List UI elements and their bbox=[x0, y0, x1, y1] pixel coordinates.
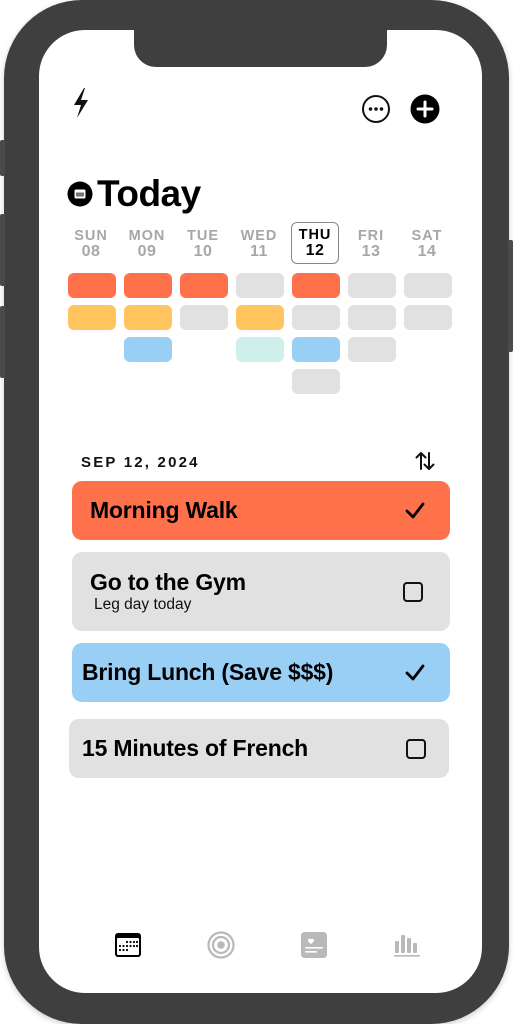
checkbox-icon bbox=[403, 581, 423, 602]
day-of-week-label: FRI bbox=[357, 228, 385, 244]
habit-grid bbox=[68, 273, 458, 397]
add-button[interactable] bbox=[410, 94, 440, 124]
selected-date-label: SEP 12, 2024 bbox=[81, 454, 200, 471]
volume-down-button bbox=[0, 306, 5, 378]
plus-circle-icon bbox=[410, 94, 440, 124]
day-thu[interactable]: THU 12 bbox=[291, 222, 339, 264]
day-date-label: 12 bbox=[305, 242, 325, 259]
day-of-week-label: MON bbox=[128, 228, 166, 244]
habit-cell[interactable] bbox=[236, 273, 284, 298]
task-name: Morning Walk bbox=[90, 497, 238, 523]
tab-calendar[interactable] bbox=[113, 930, 143, 960]
task-row[interactable]: Bring Lunch (Save $$$) bbox=[72, 643, 450, 702]
checkmark-icon bbox=[405, 664, 425, 680]
day-fri[interactable]: FRI 13 bbox=[347, 222, 395, 264]
power-button bbox=[508, 240, 513, 352]
day-tue[interactable]: TUE 10 bbox=[179, 222, 227, 264]
task-checkmark[interactable] bbox=[402, 660, 428, 686]
day-date-label: 14 bbox=[417, 243, 437, 260]
day-date-label: 13 bbox=[361, 243, 381, 260]
habit-cell[interactable] bbox=[236, 337, 284, 362]
habit-cell[interactable] bbox=[180, 273, 228, 298]
phone-frame: Today SUN 08 MON 09 TUE 10 WED 11 THU 12 FRI 13 SAT 1… bbox=[0, 0, 513, 1024]
heart-card-icon bbox=[301, 932, 327, 958]
day-of-week-label: SAT bbox=[411, 228, 443, 244]
day-wed[interactable]: WED 11 bbox=[235, 222, 283, 264]
tab-goals[interactable] bbox=[206, 930, 236, 960]
day-mon[interactable]: MON 09 bbox=[123, 222, 171, 264]
tab-bar bbox=[39, 930, 482, 966]
task-checkbox[interactable] bbox=[403, 736, 429, 762]
tab-stats[interactable] bbox=[392, 930, 422, 960]
habit-cell[interactable] bbox=[68, 273, 116, 298]
task-name: Bring Lunch (Save $$$) bbox=[82, 659, 334, 685]
sort-arrows-icon bbox=[415, 452, 435, 470]
day-date-label: 09 bbox=[137, 243, 157, 260]
task-row[interactable]: 15 Minutes of French bbox=[69, 719, 449, 778]
tab-journal[interactable] bbox=[299, 930, 329, 960]
sort-button[interactable] bbox=[414, 450, 436, 472]
task-name: Go to the Gym bbox=[90, 569, 246, 595]
notch bbox=[134, 30, 387, 67]
task-checkmark[interactable] bbox=[402, 498, 428, 524]
calendar-badge-icon bbox=[67, 181, 93, 207]
habit-cell[interactable] bbox=[124, 305, 172, 330]
task-checkbox[interactable] bbox=[400, 579, 426, 605]
day-of-week-label: THU bbox=[298, 227, 332, 243]
habit-cell[interactable] bbox=[348, 273, 396, 298]
checkbox-icon bbox=[406, 738, 426, 759]
calendar-icon bbox=[115, 933, 141, 957]
day-date-label: 11 bbox=[250, 243, 268, 260]
bar-chart-icon bbox=[394, 935, 420, 957]
ellipsis-circle-icon bbox=[362, 95, 390, 123]
day-date-label: 08 bbox=[81, 243, 101, 260]
screen: Today SUN 08 MON 09 TUE 10 WED 11 THU 12 FRI 13 SAT 1… bbox=[39, 30, 482, 993]
volume-up-button bbox=[0, 214, 5, 286]
task-row[interactable]: Go to the Gym Leg day today bbox=[72, 552, 450, 631]
habit-cell[interactable] bbox=[292, 273, 340, 298]
week-strip: SUN 08 MON 09 TUE 10 WED 11 THU 12 FRI 13 SAT 14 bbox=[64, 222, 456, 268]
habit-cell[interactable] bbox=[124, 337, 172, 362]
habit-cell[interactable] bbox=[404, 305, 452, 330]
more-button[interactable] bbox=[361, 94, 391, 124]
day-of-week-label: SUN bbox=[74, 228, 108, 244]
habit-cell[interactable] bbox=[292, 369, 340, 394]
habit-cell[interactable] bbox=[404, 273, 452, 298]
day-sun[interactable]: SUN 08 bbox=[67, 222, 115, 264]
habit-cell[interactable] bbox=[236, 305, 284, 330]
task-subtitle: Leg day today bbox=[94, 596, 192, 613]
day-of-week-label: TUE bbox=[187, 228, 219, 244]
habit-cell[interactable] bbox=[348, 305, 396, 330]
task-name: 15 Minutes of French bbox=[82, 735, 309, 761]
mute-switch bbox=[0, 140, 5, 176]
bolt-icon[interactable] bbox=[69, 86, 93, 120]
day-of-week-label: WED bbox=[240, 228, 278, 244]
habit-cell[interactable] bbox=[180, 305, 228, 330]
checkmark-icon bbox=[405, 502, 425, 518]
target-icon bbox=[207, 931, 235, 959]
task-row[interactable]: Morning Walk bbox=[72, 481, 450, 540]
habit-cell[interactable] bbox=[348, 337, 396, 362]
habit-cell[interactable] bbox=[292, 337, 340, 362]
day-date-label: 10 bbox=[193, 243, 213, 260]
habit-cell[interactable] bbox=[124, 273, 172, 298]
habit-cell[interactable] bbox=[292, 305, 340, 330]
page-title-row: Today bbox=[67, 173, 201, 215]
page-title: Today bbox=[97, 173, 201, 214]
day-sat[interactable]: SAT 14 bbox=[403, 222, 451, 264]
habit-cell[interactable] bbox=[68, 305, 116, 330]
